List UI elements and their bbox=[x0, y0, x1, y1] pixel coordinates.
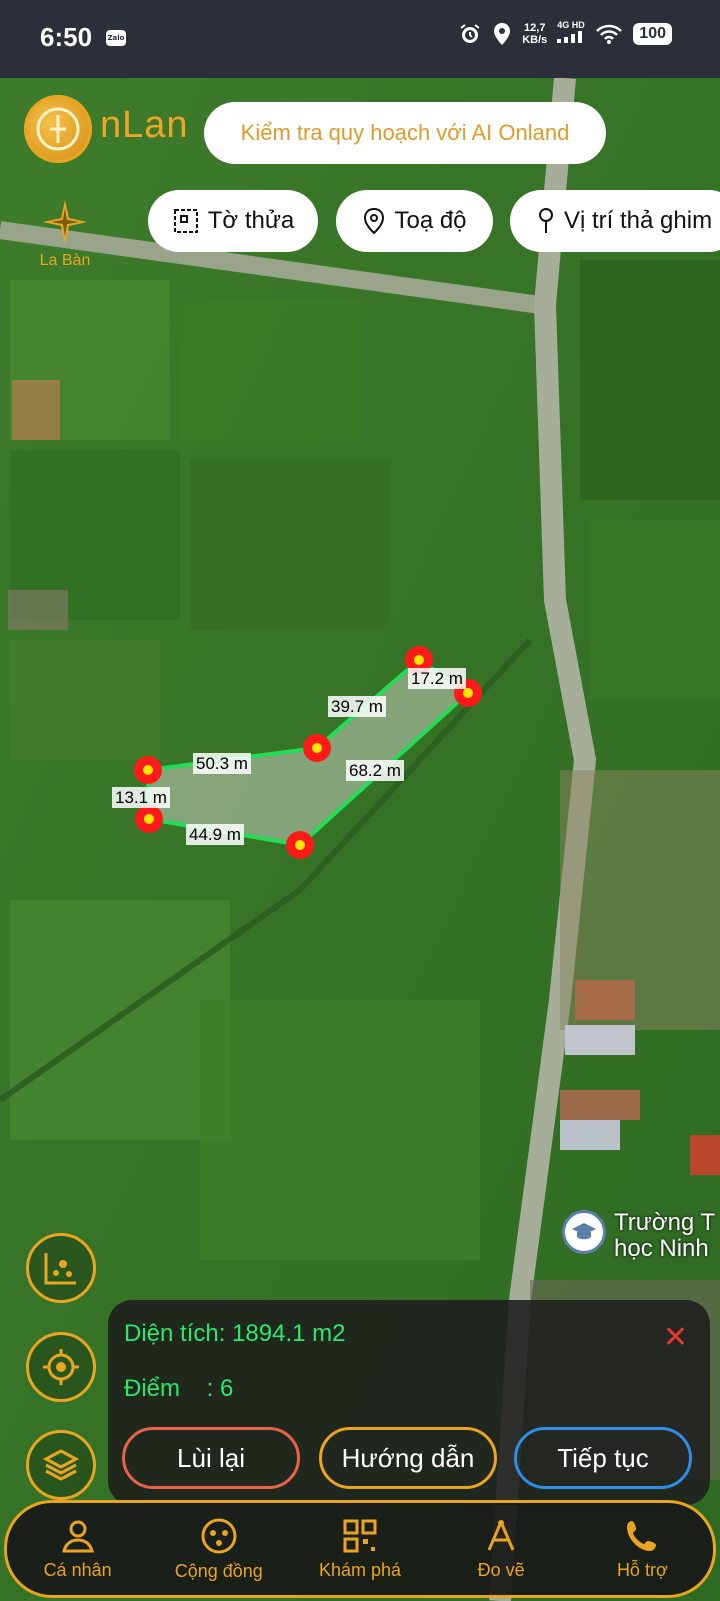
undo-button[interactable]: Lùi lại bbox=[122, 1427, 300, 1489]
compass-button[interactable]: La Bàn bbox=[30, 198, 100, 270]
poi-label-line2: học Ninh bbox=[614, 1235, 709, 1262]
signal-icon: 4G HD bbox=[557, 20, 585, 48]
location-icon bbox=[494, 23, 511, 45]
nav-label: Đo vẽ bbox=[477, 1559, 525, 1580]
drop-pin-chip-label: Vị trí thả ghim bbox=[564, 207, 713, 234]
nav-item-measure[interactable]: Đo vẽ bbox=[441, 1518, 561, 1581]
status-time: 6:50 bbox=[40, 22, 93, 52]
nav-label: Hỗ trợ bbox=[616, 1559, 668, 1580]
measurement-panel: Diện tích: 1894.1 m2 Điểm : 6 ✕ Lùi lại … bbox=[108, 1300, 710, 1505]
guide-button[interactable]: Hướng dẫn bbox=[319, 1427, 497, 1489]
vertex-point bbox=[286, 831, 314, 859]
drop-pin-chip[interactable]: Vị trí thả ghim bbox=[510, 190, 720, 252]
layers-icon bbox=[43, 1449, 79, 1481]
scatter-chart-icon bbox=[44, 1253, 76, 1285]
chart-button[interactable] bbox=[26, 1233, 96, 1303]
bottom-navigation: Cá nhân Cộng đồng Khám phá Đo vẽ Hỗ trợ bbox=[4, 1500, 716, 1598]
phone-icon bbox=[627, 1520, 657, 1551]
brand-name: nLan bbox=[100, 104, 189, 146]
my-location-button[interactable] bbox=[26, 1332, 96, 1402]
location-pin-icon bbox=[364, 207, 385, 235]
status-bar: 6:50 Zalo 12,7 KB/s 4G HD 100 bbox=[0, 0, 720, 78]
coordinates-chip[interactable]: Toạ độ bbox=[336, 190, 493, 252]
net-speed: 12,7 KB/s bbox=[522, 22, 548, 46]
nav-label: Cá nhân bbox=[43, 1559, 112, 1580]
nav-item-explore[interactable]: Khám phá bbox=[300, 1518, 420, 1581]
points-count: Điểm : 6 bbox=[124, 1375, 234, 1402]
vertex-point bbox=[303, 734, 331, 762]
coordinates-chip-label: Toạ độ bbox=[394, 207, 467, 234]
vertex-point bbox=[135, 805, 163, 833]
pushpin-icon bbox=[539, 208, 553, 233]
person-icon bbox=[61, 1520, 94, 1552]
segment-length-label: 68.2 m bbox=[346, 760, 404, 781]
compass-icon bbox=[43, 200, 87, 244]
vertex-point bbox=[134, 756, 162, 784]
area-value: Diện tích: 1894.1 m2 bbox=[124, 1320, 346, 1347]
close-icon[interactable]: ✕ bbox=[663, 1320, 688, 1355]
segment-length-label: 44.9 m bbox=[186, 824, 244, 845]
map-poi-school[interactable]: Trường T học Ninh bbox=[562, 1210, 715, 1262]
battery-icon: 100 bbox=[633, 23, 672, 45]
crosshair-icon bbox=[43, 1349, 79, 1385]
parcel-chip[interactable]: Tờ thửa bbox=[148, 190, 318, 252]
community-icon bbox=[201, 1518, 237, 1553]
school-icon bbox=[572, 1223, 596, 1240]
nav-item-support[interactable]: Hỗ trợ bbox=[582, 1518, 702, 1581]
segment-length-label: 39.7 m bbox=[328, 696, 386, 717]
segment-length-label: 17.2 m bbox=[408, 668, 466, 689]
measure-draw-icon bbox=[487, 1519, 515, 1551]
nav-label: Cộng đồng bbox=[174, 1560, 263, 1581]
wifi-icon bbox=[596, 24, 623, 44]
parcel-icon bbox=[173, 209, 198, 233]
continue-button[interactable]: Tiếp tục bbox=[514, 1427, 692, 1489]
nav-item-profile[interactable]: Cá nhân bbox=[18, 1518, 138, 1581]
parcel-chip-label: Tờ thửa bbox=[207, 207, 295, 234]
app-logo[interactable] bbox=[24, 95, 92, 163]
nav-item-community[interactable]: Cộng đồng bbox=[159, 1517, 279, 1582]
segment-length-label: 13.1 m bbox=[112, 787, 170, 808]
compass-label: La Bàn bbox=[39, 252, 91, 269]
segment-length-label: 50.3 m bbox=[193, 753, 251, 774]
ai-planning-check-button[interactable]: Kiểm tra quy hoạch với AI Onland bbox=[204, 102, 606, 164]
alarm-icon bbox=[460, 24, 480, 43]
map-layers-button[interactable] bbox=[26, 1430, 96, 1500]
grid-icon bbox=[343, 1519, 377, 1552]
zalo-notification-icon: Zalo bbox=[106, 30, 126, 46]
poi-label-line1: Trường T bbox=[614, 1209, 716, 1236]
nav-label: Khám phá bbox=[318, 1559, 401, 1580]
